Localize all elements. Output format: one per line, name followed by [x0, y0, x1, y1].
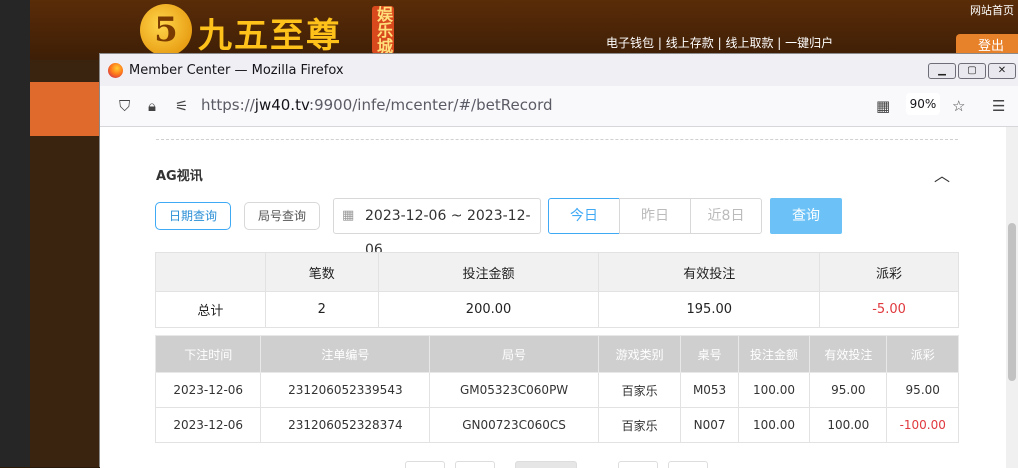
divider [156, 139, 958, 140]
summary-header: 有效投注 [598, 252, 821, 292]
scrollbar-thumb[interactable] [1008, 223, 1016, 381]
round-query-button[interactable]: 局号查询 [244, 202, 320, 230]
site-logo-icon: 5 [140, 4, 192, 56]
section-title: AG视讯 [156, 169, 203, 184]
url-input[interactable]: https://jw40.tv:9900/infe/mcenter/#/betR… [201, 96, 553, 114]
bet-record-table: 下注时间 注单编号 局号 游戏类别 桌号 投注金额 有效投注 派彩 2023-1… [154, 335, 959, 443]
date-query-button[interactable]: 日期查询 [155, 202, 231, 230]
shield-icon[interactable]: ⛉ [119, 97, 130, 115]
site-left-bar [0, 0, 30, 467]
table-header-row: 下注时间 注单编号 局号 游戏类别 桌号 投注金额 有效投注 派彩 [154, 335, 959, 373]
menu-icon[interactable]: ☰ [992, 97, 1005, 115]
window-title: Member Center — Mozilla Firefox [129, 63, 344, 78]
query-button[interactable]: 查询 [770, 198, 842, 234]
window-titlebar[interactable]: Member Center — Mozilla Firefox ▁ ▢ ✕ [100, 54, 1018, 86]
collapse-chevron-up-icon[interactable]: ︿ [934, 162, 950, 186]
today-button[interactable]: 今日 [548, 198, 620, 234]
site-menu-highlight [30, 82, 100, 136]
summary-header: 派彩 [819, 252, 959, 292]
site-logo-text: 九五至尊 [198, 16, 342, 56]
yesterday-button[interactable]: 昨日 [619, 198, 691, 234]
close-icon[interactable]: ✕ [988, 63, 1016, 79]
summary-payout: -5.00 [819, 291, 959, 328]
minimize-icon[interactable]: ▁ [928, 63, 956, 79]
nav-deposit[interactable]: 线上存款 [666, 36, 714, 50]
qr-code-icon[interactable]: ▦ [876, 97, 890, 115]
page-content: AG视讯 ︿ 日期查询 局号查询 ▦ 2023-12-06 ~ 2023-12-… [100, 127, 1006, 468]
nav-merge[interactable]: 一键归户 [785, 36, 833, 50]
summary-header: 投注金额 [377, 252, 600, 292]
summary-table: 笔数 投注金额 有效投注 派彩 总计 2 200.00 195.00 -5.00 [155, 252, 959, 328]
table-row: 2023-12-06 231206052328374 GN00723C060CS… [154, 407, 959, 443]
scrollbar[interactable] [1006, 127, 1018, 468]
lock-icon[interactable]: 🔒︎ [148, 97, 156, 115]
nav-wallet[interactable]: 电子钱包 [606, 36, 654, 50]
bookmark-star-icon[interactable]: ☆ [952, 97, 965, 115]
permissions-icon[interactable]: ⚟ [175, 97, 188, 115]
table-row: 2023-12-06 231206052339543 GM05323C060PW… [154, 372, 959, 408]
firefox-icon [108, 63, 123, 78]
maximize-icon[interactable]: ▢ [958, 63, 986, 79]
date-range-input[interactable]: ▦ 2023-12-06 ~ 2023-12-06 [333, 198, 541, 258]
summary-header [155, 252, 266, 292]
site-home-link[interactable]: 网站首页 [970, 2, 1014, 18]
summary-row: 总计 2 200.00 195.00 -5.00 [155, 291, 959, 328]
zoom-level[interactable]: 90% [906, 93, 940, 115]
url-bar: ⛉ 🔒︎ ⚟ https://jw40.tv:9900/infe/mcenter… [100, 86, 1018, 127]
site-nav: 电子钱包 | 线上存款 | 线上取款 | 一键归户 [606, 36, 834, 50]
nav-withdraw[interactable]: 线上取款 [725, 36, 773, 50]
summary-header: 笔数 [264, 252, 379, 292]
last-8-days-button[interactable]: 近8日 [690, 198, 762, 234]
calendar-icon: ▦ [342, 208, 355, 223]
firefox-window: Member Center — Mozilla Firefox ▁ ▢ ✕ ⛉ … [99, 53, 1018, 468]
site-logo-badge: 娱乐城 [372, 6, 394, 54]
